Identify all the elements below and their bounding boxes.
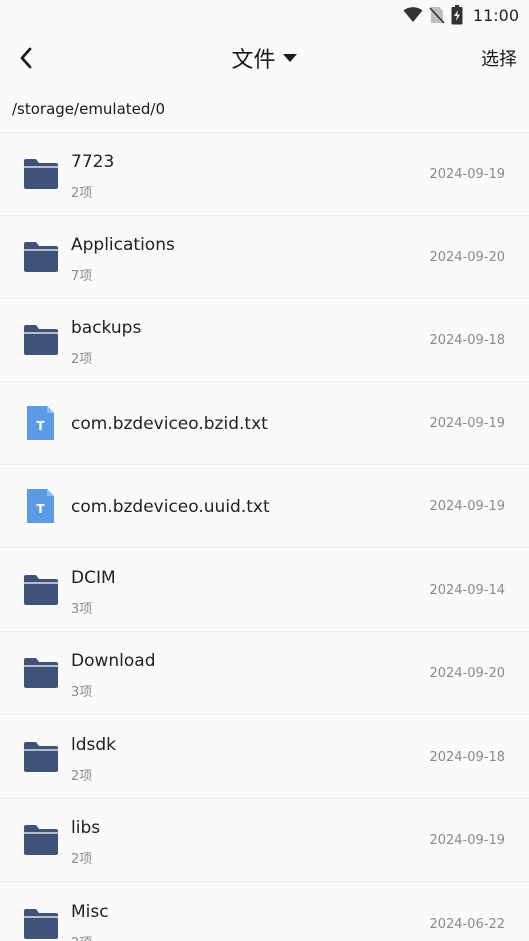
file-name: 7723 <box>71 152 115 172</box>
page-title: 文件 <box>231 48 276 73</box>
list-item-uuid-txt[interactable]: T com.bzdeviceo.uuid.txt 2024-09-19 <box>0 465 529 548</box>
file-item-count: 2项 <box>71 186 93 201</box>
battery-charging-icon <box>451 5 463 25</box>
svg-text:T: T <box>36 502 45 516</box>
file-name: libs <box>71 818 101 838</box>
list-item-applications[interactable]: Applications 7项 2024-09-20 <box>0 216 529 299</box>
status-icons: 11:00 <box>403 4 519 26</box>
back-button[interactable] <box>12 44 40 72</box>
wifi-icon <box>403 7 423 22</box>
list-item-backups[interactable]: backups 2项 2024-09-18 <box>0 299 529 382</box>
file-item-count: 2项 <box>71 852 93 867</box>
file-item-count: 3项 <box>71 602 93 617</box>
file-date: 2024-06-22 <box>429 917 505 932</box>
file-date: 2024-09-19 <box>429 416 505 431</box>
folder-icon <box>24 242 58 272</box>
path-bar: /storage/emulated/0 <box>0 94 529 124</box>
text-file-icon: T <box>27 406 54 440</box>
back-arrow-icon <box>20 47 32 69</box>
file-date: 2024-09-14 <box>429 583 505 598</box>
list-item-bzid-txt[interactable]: T com.bzdeviceo.bzid.txt 2024-09-19 <box>0 382 529 465</box>
status-bar: 11:00 <box>0 0 529 30</box>
file-item-count: 7项 <box>71 269 93 284</box>
list-item-7723[interactable]: 7723 2项 2024-09-19 <box>0 133 529 216</box>
folder-icon <box>24 575 58 605</box>
file-date: 2024-09-19 <box>429 167 505 182</box>
text-file-icon: T <box>27 489 54 523</box>
no-sim-icon <box>429 7 445 24</box>
svg-text:T: T <box>36 419 45 433</box>
file-date: 2024-09-19 <box>429 833 505 848</box>
file-name: backups <box>71 318 142 338</box>
folder-icon <box>24 658 58 688</box>
list-item-ldsdk[interactable]: ldsdk 2项 2024-09-18 <box>0 716 529 799</box>
folder-icon <box>24 159 58 189</box>
title-wrap: 文件 <box>0 42 529 74</box>
list-item-libs[interactable]: libs 2项 2024-09-19 <box>0 799 529 882</box>
title-dropdown-button[interactable]: 文件 <box>231 42 297 74</box>
select-button[interactable]: 选择 <box>481 45 517 71</box>
file-name: Applications <box>71 235 175 255</box>
file-date: 2024-09-19 <box>429 499 505 514</box>
path-breadcrumb: /storage/emulated/0 <box>12 100 166 118</box>
folder-icon <box>24 325 58 355</box>
file-item-count: 2项 <box>71 769 93 784</box>
file-date: 2024-09-20 <box>429 250 505 265</box>
file-name: Misc <box>71 902 109 922</box>
file-item-count: 2项 <box>71 352 93 367</box>
status-time: 11:00 <box>472 5 519 25</box>
folder-icon <box>24 825 58 855</box>
file-date: 2024-09-18 <box>429 333 505 348</box>
file-item-count: 3项 <box>71 685 93 700</box>
file-name: ldsdk <box>71 735 117 755</box>
file-date: 2024-09-20 <box>429 666 505 681</box>
file-date: 2024-09-18 <box>429 750 505 765</box>
dropdown-triangle-icon <box>282 54 297 62</box>
folder-icon <box>24 742 58 772</box>
list-item-misc[interactable]: Misc 2项 2024-06-22 <box>0 883 529 941</box>
file-name: com.bzdeviceo.uuid.txt <box>71 497 270 517</box>
list-item-dcim[interactable]: DCIM 3项 2024-09-14 <box>0 549 529 632</box>
list-item-download[interactable]: Download 3项 2024-09-20 <box>0 632 529 715</box>
file-name: Download <box>71 651 156 671</box>
file-name: com.bzdeviceo.bzid.txt <box>71 414 268 434</box>
file-name: DCIM <box>71 568 116 588</box>
folder-icon <box>24 909 58 939</box>
toolbar: 文件 选择 <box>0 30 529 86</box>
file-list: 7723 2项 2024-09-19 Applications 7项 2024-… <box>0 132 529 941</box>
